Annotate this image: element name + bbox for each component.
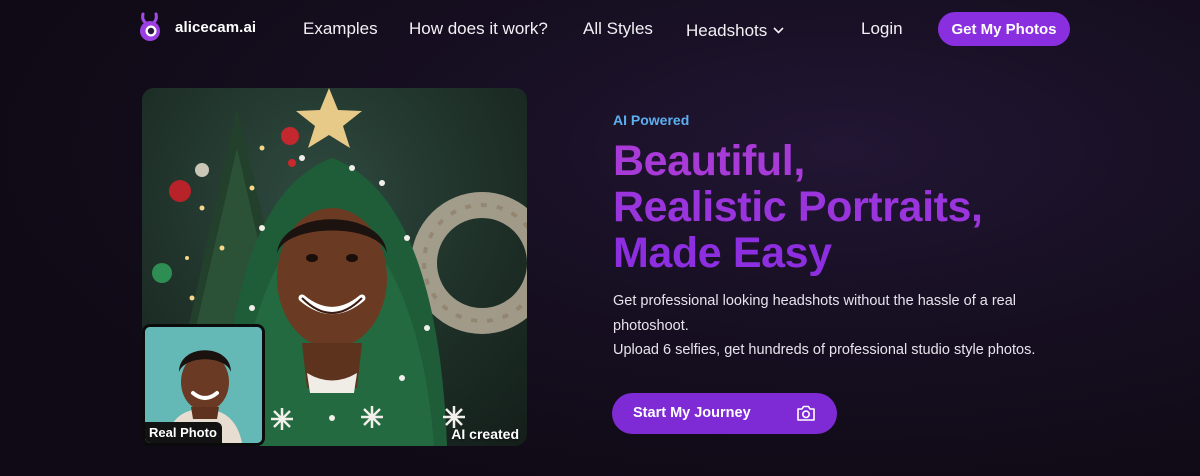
nav-examples[interactable]: Examples bbox=[303, 19, 378, 39]
ai-created-caption: AI created bbox=[451, 426, 519, 442]
headline-line-2: Realistic Portraits, bbox=[613, 183, 983, 231]
start-my-journey-label: Start My Journey bbox=[633, 405, 751, 421]
bunny-camera-logo-icon bbox=[137, 12, 163, 42]
brand-logo[interactable]: alicecam.ai bbox=[137, 12, 256, 42]
nav-headshots[interactable]: Headshots bbox=[686, 19, 784, 41]
ai-powered-eyebrow: AI Powered bbox=[613, 112, 690, 128]
start-my-journey-button[interactable]: Start My Journey bbox=[612, 393, 837, 434]
headline-line-3: Made Easy bbox=[613, 229, 832, 277]
real-photo-caption: Real Photo bbox=[145, 422, 222, 443]
get-my-photos-button[interactable]: Get My Photos bbox=[938, 12, 1070, 46]
description-line-1: Get professional looking headshots witho… bbox=[613, 293, 1017, 309]
login-link[interactable]: Login bbox=[861, 19, 903, 39]
hero-description: Get professional looking headshots witho… bbox=[613, 289, 1083, 363]
description-line-3: Upload 6 selfies, get hundreds of profes… bbox=[613, 342, 1036, 358]
headline-line-1: Beautiful, bbox=[613, 137, 805, 185]
nav-how-it-works[interactable]: How does it work? bbox=[409, 19, 548, 39]
camera-icon bbox=[796, 404, 816, 426]
top-nav: alicecam.ai Examples How does it work? A… bbox=[0, 0, 1200, 58]
chevron-down-icon bbox=[773, 19, 784, 39]
nav-all-styles[interactable]: All Styles bbox=[583, 19, 653, 39]
description-line-2: photoshoot. bbox=[613, 317, 689, 334]
hero-headline: Beautiful, Realistic Portraits, Made Eas… bbox=[613, 138, 1173, 276]
nav-headshots-label: Headshots bbox=[686, 21, 768, 40]
brand-name: alicecam.ai bbox=[175, 18, 257, 36]
real-photo-inset: Real Photo bbox=[142, 324, 265, 446]
